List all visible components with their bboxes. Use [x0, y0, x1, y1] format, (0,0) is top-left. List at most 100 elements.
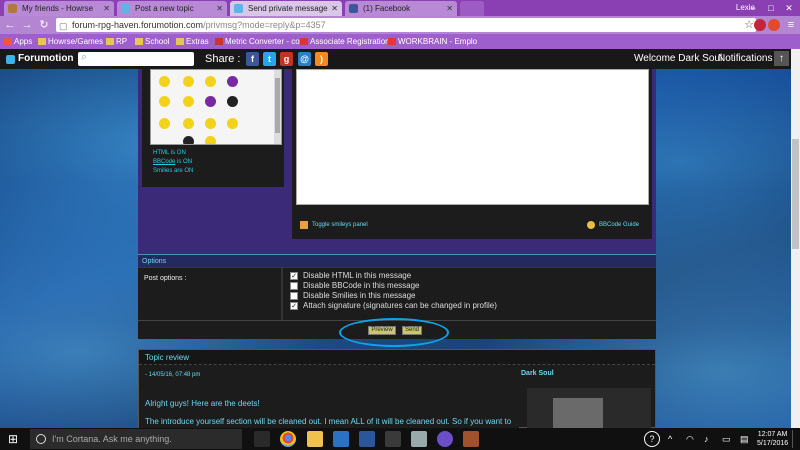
- windows-taskbar: ⊞ I'm Cortana. Ask me anything. ? ^ ◠ ♪ …: [0, 428, 800, 450]
- smiley-icon[interactable]: [183, 118, 194, 129]
- rss-feed-icon[interactable]: ): [315, 52, 328, 66]
- disable-smilies-option[interactable]: Disable Smilies in this message: [290, 291, 416, 301]
- volume-icon[interactable]: ♪: [704, 432, 709, 446]
- bookmark-school[interactable]: School: [135, 34, 169, 49]
- smilies-scrollbar[interactable]: [274, 70, 281, 144]
- bookmark-workbrain[interactable]: WORKBRAIN - Emplo: [388, 34, 477, 49]
- wifi-icon[interactable]: ◠: [686, 432, 694, 446]
- smiley-icon[interactable]: [183, 96, 194, 107]
- extension-adblock-icon[interactable]: [768, 19, 780, 31]
- tab-send-private-message[interactable]: Send private message ✕: [230, 1, 342, 16]
- bookmark-metric-converter[interactable]: Metric Converter - co: [215, 34, 300, 49]
- google-plus-share-icon[interactable]: g: [280, 52, 293, 66]
- chrome-menu-icon[interactable]: ≡: [784, 18, 798, 32]
- tab-facebook[interactable]: (1) Facebook ✕: [345, 1, 457, 16]
- chrome-taskbar-icon[interactable]: [280, 431, 296, 447]
- notifications-link[interactable]: Notifications: [718, 52, 772, 66]
- new-tab-button[interactable]: [460, 1, 484, 16]
- action-center-icon[interactable]: ▤: [740, 432, 749, 446]
- forumotion-logo[interactable]: Forumotion: [6, 52, 74, 66]
- facebook-share-icon[interactable]: f: [246, 52, 259, 66]
- toggle-smileys-button[interactable]: Toggle smileys panel: [298, 218, 368, 232]
- checkbox-checked[interactable]: ✓: [290, 302, 298, 310]
- ghost-smiley-icon[interactable]: [227, 96, 238, 107]
- disable-html-option[interactable]: ✓ Disable HTML in this message: [290, 271, 411, 281]
- maximize-icon[interactable]: □: [764, 1, 778, 15]
- close-tab-icon[interactable]: ✕: [446, 1, 453, 16]
- file-explorer-icon[interactable]: [307, 431, 323, 447]
- bookmark-rp[interactable]: RP: [106, 34, 127, 49]
- game-app-icon[interactable]: [463, 431, 479, 447]
- bookmark-apps[interactable]: Apps: [4, 34, 32, 49]
- extension-opera-icon[interactable]: [754, 19, 766, 31]
- bookmark-associate-registration[interactable]: Associate Registration: [300, 34, 390, 49]
- smiley-icon[interactable]: [159, 118, 170, 129]
- post-line: The introduce yourself section will be c…: [145, 417, 512, 426]
- page-scrollbar[interactable]: [791, 49, 800, 428]
- checkbox[interactable]: [290, 292, 298, 300]
- avatar[interactable]: [553, 398, 603, 428]
- smiley-icon[interactable]: [205, 136, 216, 144]
- disable-bbcode-option[interactable]: Disable BBCode in this message: [290, 281, 420, 291]
- welcome-user[interactable]: Welcome Dark Soul: [634, 52, 722, 66]
- smilies-scrollbar-thumb[interactable]: [275, 78, 280, 133]
- show-desktop-button[interactable]: [792, 430, 798, 448]
- url-field[interactable]: ▢ forum-rpg-haven.forumotion.com/privmsg…: [56, 18, 756, 32]
- bookmark-extras[interactable]: Extras: [176, 34, 209, 49]
- purple-smiley-icon[interactable]: [205, 96, 216, 107]
- system-clock[interactable]: 12:07 AM 5/17/2016: [757, 430, 788, 448]
- word-icon[interactable]: [359, 431, 375, 447]
- smiley-icon[interactable]: [205, 76, 216, 87]
- twitter-share-icon[interactable]: t: [263, 52, 276, 66]
- task-view-icon[interactable]: [254, 431, 270, 447]
- post-author[interactable]: Dark Soul: [521, 370, 554, 377]
- battery-icon[interactable]: ▭: [722, 432, 731, 446]
- close-tab-icon[interactable]: ✕: [216, 1, 223, 16]
- checkbox[interactable]: [290, 282, 298, 290]
- cortana-search-box[interactable]: I'm Cortana. Ask me anything.: [30, 429, 242, 449]
- attach-signature-option[interactable]: ✓ Attach signature (signatures can be cha…: [290, 301, 497, 311]
- reload-icon[interactable]: ↻: [37, 18, 51, 32]
- cortana-placeholder: I'm Cortana. Ask me anything.: [52, 434, 172, 444]
- smiley-icon[interactable]: [205, 118, 216, 129]
- devil-smiley-icon[interactable]: [227, 76, 238, 87]
- page-info-icon[interactable]: ▢: [59, 19, 68, 33]
- bookmark-label: School: [145, 37, 170, 46]
- post-options-label: Post options :: [144, 275, 187, 282]
- email-share-icon[interactable]: @: [298, 52, 311, 66]
- smiley-icon[interactable]: [159, 76, 170, 87]
- help-icon[interactable]: ?: [644, 431, 660, 447]
- tab-post-new-topic[interactable]: Post a new topic ✕: [117, 1, 227, 16]
- close-window-icon[interactable]: ✕: [782, 1, 796, 15]
- scrollbar-thumb[interactable]: [792, 139, 799, 249]
- message-textarea[interactable]: [296, 69, 649, 205]
- bbcode-guide-button[interactable]: BBCode Guide: [585, 218, 639, 232]
- smiley-icon[interactable]: [183, 76, 194, 87]
- smilies-status: Smilies are ON: [153, 168, 194, 174]
- bbcode-link[interactable]: BBCode: [153, 159, 175, 165]
- close-tab-icon[interactable]: ✕: [103, 1, 110, 16]
- sleep-smiley-icon[interactable]: [183, 136, 194, 144]
- smiley-icon[interactable]: [159, 96, 170, 107]
- bookmark-howrse-games[interactable]: Howrse/Games: [38, 34, 103, 49]
- close-tab-icon[interactable]: ✕: [331, 1, 338, 16]
- options-heading-label: Options: [142, 258, 167, 265]
- minimize-icon[interactable]: –: [746, 1, 760, 15]
- bookmark-label: Associate Registration: [310, 37, 390, 46]
- bookmark-star-icon[interactable]: ☆: [744, 18, 754, 31]
- back-icon[interactable]: ←: [3, 18, 17, 32]
- post-date: - 14/05/16, 07:48 pm: [145, 372, 201, 378]
- show-hidden-icons-icon[interactable]: ^: [668, 432, 672, 446]
- store-icon[interactable]: [385, 431, 401, 447]
- scroll-top-arrow-icon[interactable]: ↑: [774, 51, 789, 66]
- checkbox-checked[interactable]: ✓: [290, 272, 298, 280]
- tab-howrse[interactable]: My friends - Howrse ✕: [4, 1, 114, 16]
- smiley-icon[interactable]: [227, 118, 238, 129]
- media-app-icon[interactable]: [437, 431, 453, 447]
- windows-start-icon[interactable]: ⊞: [8, 432, 22, 446]
- edge-icon[interactable]: [333, 431, 349, 447]
- forward-icon[interactable]: →: [20, 18, 34, 32]
- forumotion-search-input[interactable]: ⌕: [78, 51, 194, 66]
- app-icon[interactable]: [411, 431, 427, 447]
- bookmarks-bar: Apps Howrse/Games RP School Extras Metri…: [0, 34, 800, 49]
